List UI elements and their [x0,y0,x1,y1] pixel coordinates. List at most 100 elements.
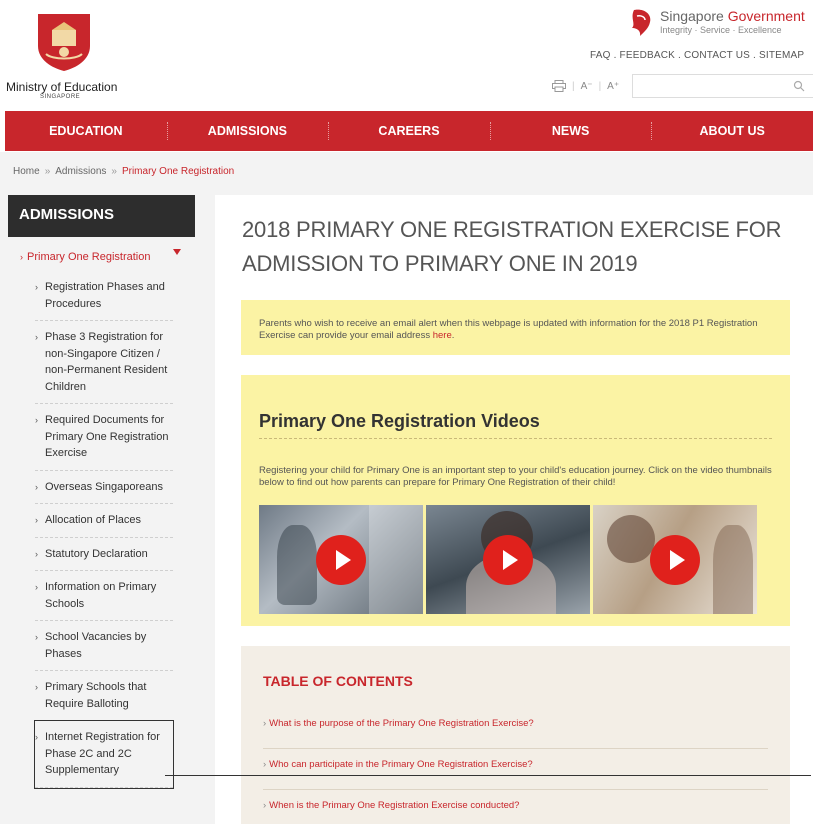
chevron-right-icon: › [35,515,38,525]
main-navigation: EDUCATION ADMISSIONS CAREERS NEWS ABOUT … [5,111,813,151]
page-tools: | A⁻ | A⁺ [552,76,619,96]
sidebar-item-required-documents[interactable]: › Required Documents for Primary One Regi… [35,404,173,471]
ministry-name: Ministry of Education [6,80,118,94]
sidebar-item-phase3-registration[interactable]: › Phase 3 Registration for non-Singapore … [35,321,173,404]
print-icon[interactable] [552,80,566,92]
chevron-right-icon: › [35,415,38,425]
email-alert-notice: Parents who wish to receive an email ale… [241,300,790,355]
thumbnail-figure [607,515,655,563]
nav-education[interactable]: EDUCATION [5,111,167,151]
sidebar-item-label: School Vacancies by Phases [45,631,147,660]
video-thumbnail-1[interactable] [259,505,423,614]
sidebar-item-information-on-schools[interactable]: › Information on Primary Schools [35,571,173,621]
sidebar-item-statutory-declaration[interactable]: › Statutory Declaration [35,538,173,571]
toc-item[interactable]: › What is the purpose of the Primary One … [263,708,768,749]
nav-careers[interactable]: CAREERS [328,111,490,151]
table-of-contents: TABLE OF CONTENTS › What is the purpose o… [241,646,790,824]
play-icon[interactable] [316,535,366,585]
tools-divider: | [572,80,575,92]
breadcrumb: Home » Admissions » Primary One Registration [0,152,813,190]
ministry-country: SINGAPORE [40,94,81,100]
notice-end: . [451,330,455,341]
main-content: 2018 PRIMARY ONE REGISTRATION EXERCISE F… [215,195,813,824]
sidebar-item-label: Overseas Singaporeans [45,480,164,493]
font-decrease-button[interactable]: A⁻ [581,81,593,92]
singapore-government-branding[interactable]: Singapore Government Integrity · Service… [628,8,813,40]
sidebar-heading: ADMISSIONS [8,195,195,237]
lion-head-icon [632,9,651,37]
chevron-right-icon: › [35,332,38,342]
nav-admissions[interactable]: ADMISSIONS [166,111,329,151]
breadcrumb-separator: » [44,166,51,177]
breadcrumb-admissions[interactable]: Admissions [55,166,106,177]
sidebar-item-allocation-of-places[interactable]: › Allocation of Places [35,504,173,538]
sidebar-item-registration-phases[interactable]: › Registration Phases and Procedures [35,271,173,321]
sidebar-item-label: Allocation of Places [45,514,141,526]
search-box [632,74,813,98]
sidebar-item-label: Registration Phases and Procedures [45,281,165,310]
sidebar-current-section[interactable]: › Primary One Registration [8,237,195,271]
notice-text: Parents who wish to receive an email ale… [259,318,758,341]
page-title: 2018 PRIMARY ONE REGISTRATION EXERCISE F… [242,217,782,276]
search-icon[interactable] [793,80,805,92]
toc-title: TABLE OF CONTENTS [263,673,413,689]
search-input[interactable] [633,75,793,97]
sg-gov-title-part1: Singapore [660,8,724,24]
toc-item[interactable]: › When is the Primary One Registration Ex… [263,790,768,824]
chevron-right-icon: › [263,718,267,729]
utility-links[interactable]: FAQ . FEEDBACK . CONTACT US . SITEMAP [590,50,804,61]
toc-item-label: What is the purpose of the Primary One R… [269,718,534,729]
thumbnail-figure [713,525,753,614]
sidebar-item-label: Primary Schools that Require Balloting [45,681,147,710]
chevron-right-icon: › [35,732,38,742]
chevron-right-icon: › [35,481,38,492]
breadcrumb-current[interactable]: Primary One Registration [122,166,234,177]
videos-section: Primary One Registration Videos Register… [241,375,790,626]
play-icon[interactable] [483,535,533,585]
chevron-right-icon: › [20,252,23,262]
thumbnail-figure [277,525,317,605]
sidebar-item-label: Internet Registration for Phase 2C and 2… [45,731,160,776]
sidebar-item-balloting[interactable]: › Primary Schools that Require Balloting [35,671,173,721]
toc-item[interactable]: › Who can participate in the Primary One … [263,749,768,790]
sidebar-item-internet-registration[interactable]: › Internet Registration for Phase 2C and … [34,720,174,789]
play-icon[interactable] [650,535,700,585]
sidebar-item-label: Phase 3 Registration for non-Singapore C… [45,331,168,393]
toc-list: › What is the purpose of the Primary One … [263,708,768,824]
videos-title: Primary One Registration Videos [259,411,540,431]
sidebar-item-school-vacancies[interactable]: › School Vacancies by Phases [35,621,173,671]
chevron-right-icon: › [35,632,38,642]
breadcrumb-home[interactable]: Home [13,166,40,177]
toc-item-label: When is the Primary One Registration Exe… [269,800,520,811]
chevron-right-icon: › [35,682,38,692]
sg-gov-motto: Integrity · Service · Excellence [660,25,782,35]
sidebar-item-label: Information on Primary Schools [45,581,157,610]
chevron-right-icon: › [263,800,267,811]
video-thumbnail-3[interactable] [593,505,757,614]
sidebar-item-overseas-singaporeans[interactable]: › Overseas Singaporeans [35,471,173,504]
chevron-right-icon: › [35,582,38,592]
moe-crest-logo[interactable] [34,10,94,72]
thumbnail-light [369,505,423,614]
chevron-right-icon: › [35,548,38,559]
nav-about-us[interactable]: ABOUT US [651,111,813,151]
font-increase-button[interactable]: A⁺ [607,81,619,92]
section-divider [259,438,772,439]
nav-news[interactable]: NEWS [489,111,652,151]
chevron-right-icon: › [263,759,267,770]
annotation-callout-line [165,775,811,776]
sidebar-item-label: Required Documents for Primary One Regis… [45,414,169,459]
notice-link[interactable]: here [433,330,452,341]
sidebar-item-label: Statutory Declaration [45,547,148,560]
toc-item-label: Who can participate in the Primary One R… [269,759,533,770]
breadcrumb-separator: » [111,166,117,177]
site-header: Ministry of Education SINGAPORE Singapor… [0,0,813,111]
sg-gov-title-part2: Government [727,8,805,24]
tools-divider: | [598,80,602,92]
sidebar-list: › Registration Phases and Procedures › Pha… [8,271,195,789]
caret-down-icon [173,249,181,255]
sidebar: ADMISSIONS › Primary One Registration › Re… [8,195,195,824]
sg-gov-title: Singapore Government [660,8,805,24]
video-thumbnail-2[interactable] [426,505,590,614]
chevron-right-icon: › [35,282,38,292]
